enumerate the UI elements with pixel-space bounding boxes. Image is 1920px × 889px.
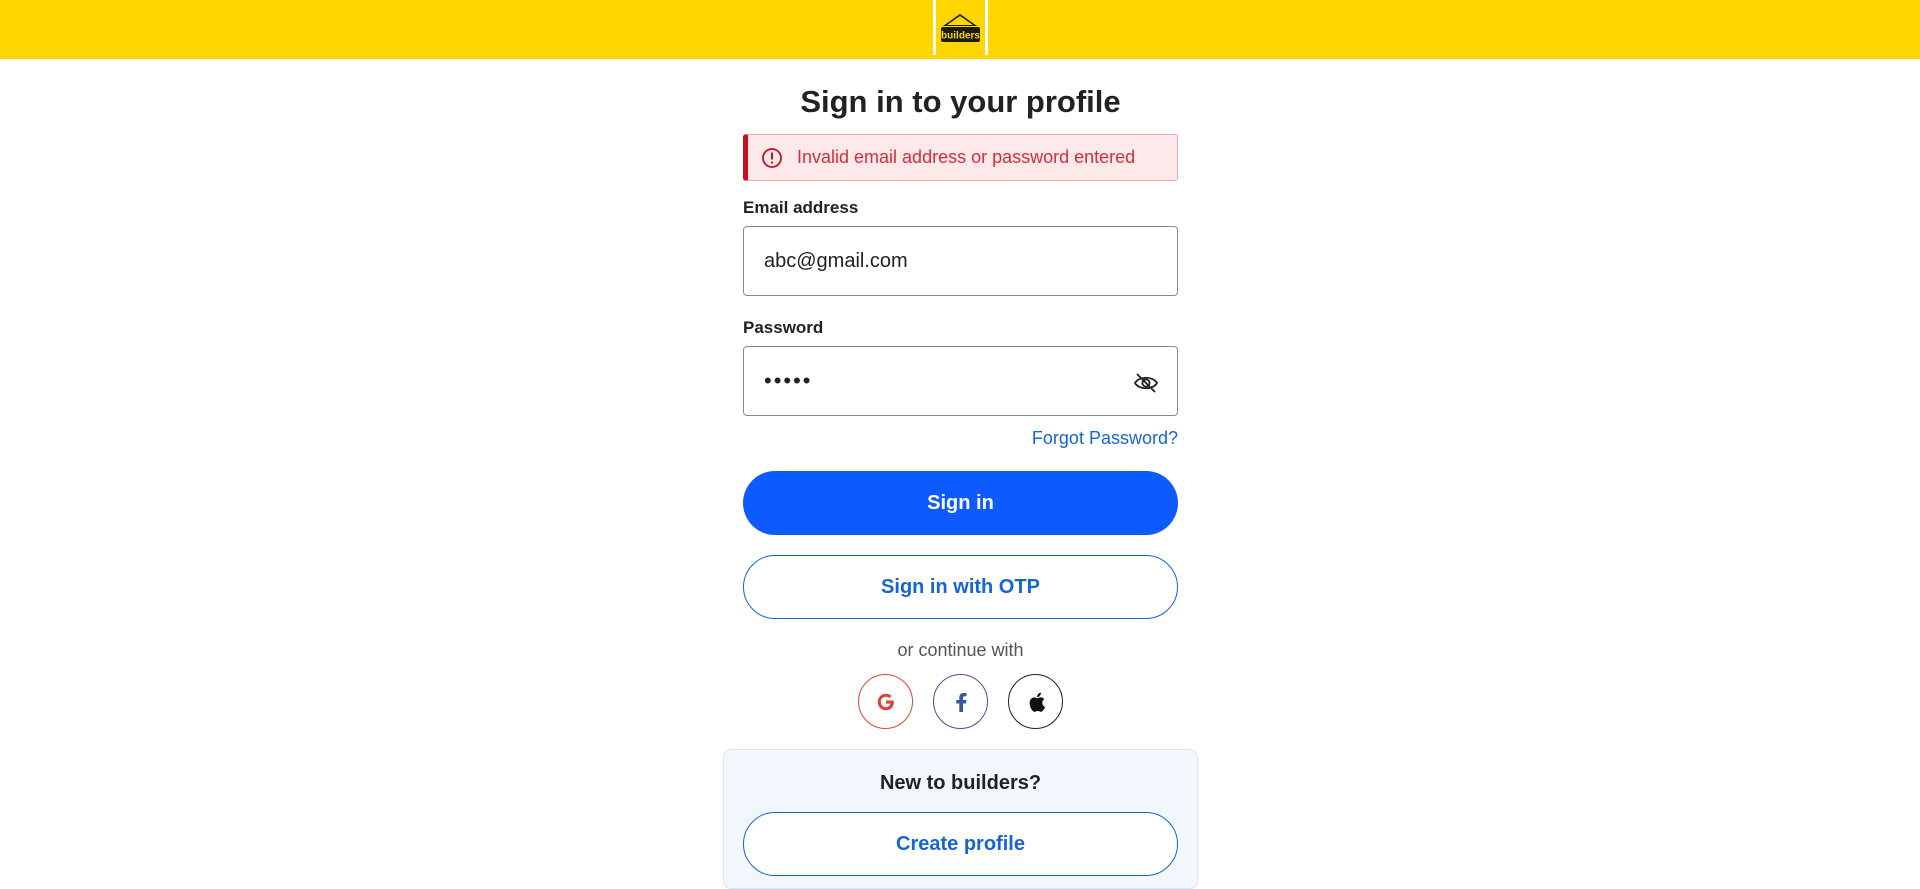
email-label: Email address xyxy=(743,198,859,217)
create-profile-button[interactable]: Create profile xyxy=(743,812,1178,876)
google-icon xyxy=(877,693,894,710)
email-field[interactable] xyxy=(743,226,1178,296)
google-signin-button[interactable] xyxy=(858,674,913,729)
forgot-password-link[interactable]: Forgot Password? xyxy=(1032,428,1178,449)
sign-in-button[interactable]: Sign in xyxy=(743,471,1178,535)
eye-off-icon xyxy=(1133,373,1159,393)
page-title: Sign in to your profile xyxy=(800,84,1121,119)
apple-signin-button[interactable] xyxy=(1008,674,1063,729)
register-title: New to builders? xyxy=(879,772,1042,794)
svg-text:builders: builders xyxy=(941,31,980,42)
password-field[interactable] xyxy=(743,346,1178,416)
facebook-signin-button[interactable] xyxy=(933,674,988,729)
password-label: Password xyxy=(743,318,824,337)
password-visibility-toggle[interactable] xyxy=(1131,368,1161,398)
sign-in-otp-button[interactable]: Sign in with OTP xyxy=(743,555,1178,619)
error-message: Invalid email address or password entere… xyxy=(797,147,1136,167)
alert-circle-icon xyxy=(762,147,782,168)
top-header: builders xyxy=(0,0,1920,59)
apple-icon xyxy=(1029,692,1045,712)
social-divider: or continue with xyxy=(897,640,1024,660)
builders-logo[interactable]: builders xyxy=(933,0,988,55)
error-alert: Invalid email address or password entere… xyxy=(743,134,1178,181)
facebook-icon xyxy=(955,692,967,712)
